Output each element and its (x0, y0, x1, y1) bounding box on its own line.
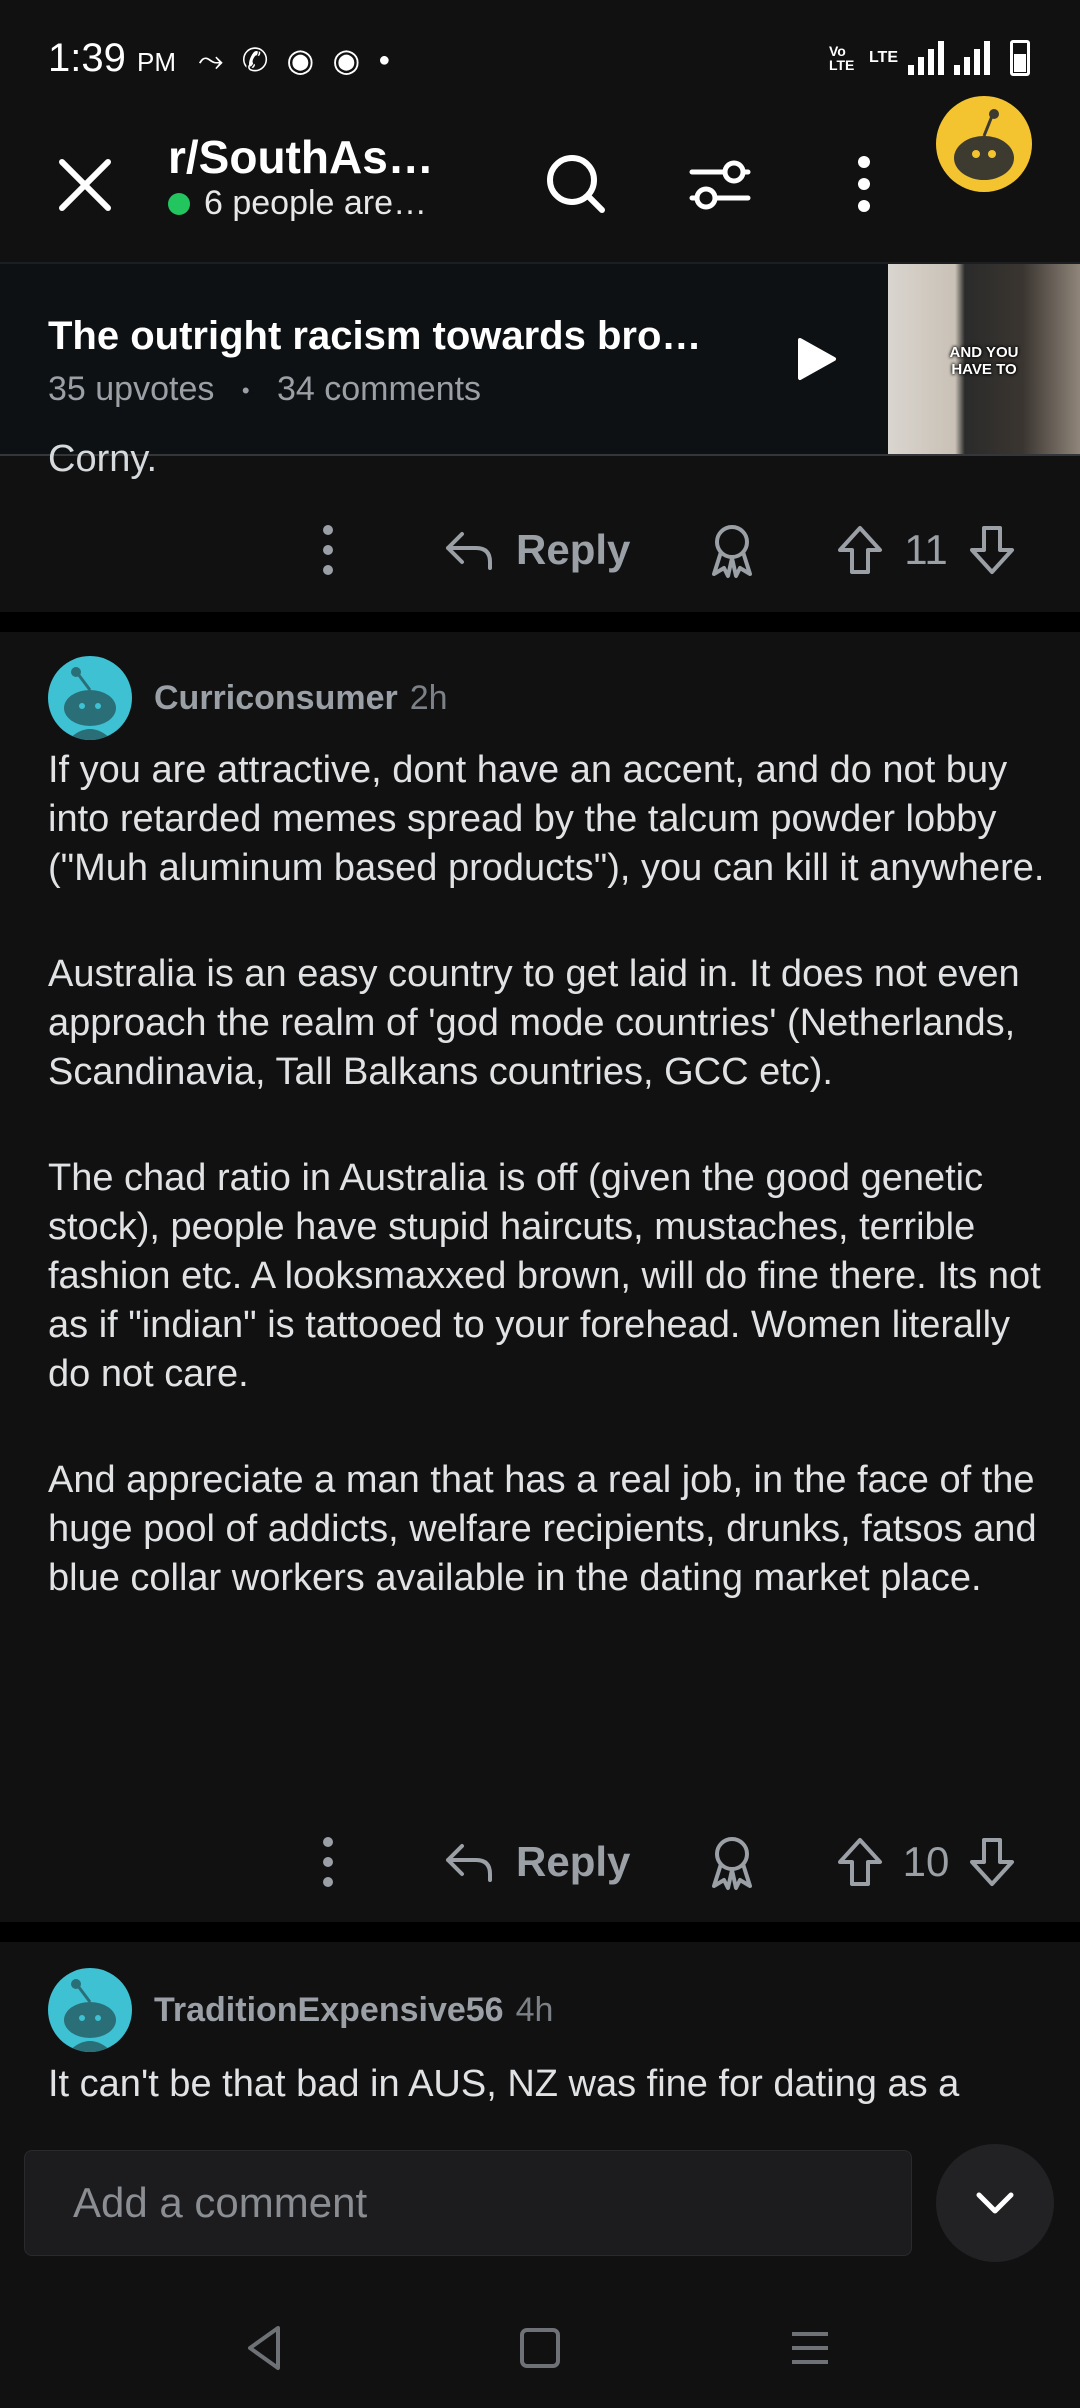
comment-divider (0, 612, 1080, 632)
online-dot-icon (168, 192, 190, 215)
more-notifications-dot-icon: ● (378, 49, 391, 71)
comment-header: TraditionExpensive56 4h (48, 1968, 553, 2052)
post-title[interactable]: The outright racism towards bro… (48, 314, 701, 359)
comment-count: 34 comments (276, 370, 482, 408)
comment-action-row: Reply 11 (0, 510, 1080, 590)
home-icon[interactable] (510, 2318, 570, 2378)
notification-icons: ⤳ ✆ ◉ ◉ ● (198, 40, 390, 80)
avatar[interactable] (48, 656, 132, 740)
meta-separator: • (241, 378, 250, 404)
snoo-avatar-icon (64, 667, 116, 740)
comment-timestamp: 2h (409, 678, 448, 717)
comment-divider (0, 1922, 1080, 1942)
comment-text: Corny. (48, 438, 158, 480)
app-header: r/SouthAs… 6 people are… (0, 120, 1080, 262)
snoo-avatar-icon (954, 109, 1014, 180)
reply-arrow-icon (446, 532, 492, 570)
comment-paragraph: The chad ratio in Australia is off (give… (48, 1157, 1041, 1395)
more-options-icon[interactable] (308, 518, 348, 582)
system-status-icons: Vo LTE LTE (829, 40, 1030, 76)
comment-paragraph: Australia is an easy country to get laid… (48, 953, 1020, 1093)
reply-arrow-icon (446, 1844, 492, 1882)
award-icon[interactable] (706, 1832, 758, 1892)
vote-group: 11 (836, 514, 1016, 586)
upvote-icon[interactable] (836, 524, 884, 576)
status-time: 1:39 PM (48, 36, 176, 80)
comment-username[interactable]: Curriconsumer (154, 679, 398, 718)
chevron-down-icon (976, 2192, 1014, 2214)
more-options-icon[interactable] (828, 148, 900, 220)
online-count-text: 6 people are… (204, 184, 428, 222)
snoo-avatar-icon (64, 1979, 116, 2052)
comment-paragraph: If you are attractive, dont have an acce… (48, 749, 1045, 889)
comment-timestamp: 4h (515, 1990, 554, 2029)
play-icon[interactable] (790, 334, 840, 384)
signal-icon (954, 41, 990, 75)
status-bar: 1:39 PM ⤳ ✆ ◉ ◉ ● Vo LTE LTE (0, 0, 1080, 120)
comment-body: If you are attractive, dont have an acce… (48, 746, 1048, 1603)
upvote-count: 35 upvotes (48, 370, 215, 408)
downvote-icon[interactable] (968, 524, 1016, 576)
avatar[interactable] (48, 1968, 132, 2052)
award-icon[interactable] (706, 520, 758, 580)
reply-button[interactable]: Reply (444, 1826, 630, 1898)
subreddit-title[interactable]: r/SouthAs… (168, 130, 434, 184)
battery-icon (1010, 40, 1030, 76)
app-notification-icon: ◉ (286, 42, 315, 78)
missed-call-icon: ⤳ (198, 42, 224, 78)
upvote-icon[interactable] (836, 1836, 884, 1888)
post-summary-card[interactable]: The outright racism towards bro… 35 upvo… (0, 262, 1080, 456)
comment-header: Curriconsumer 2h (48, 656, 448, 740)
vote-score: 11 (904, 526, 948, 573)
online-status: 6 people are… (168, 184, 427, 223)
comment-composer (0, 2110, 1080, 2290)
system-nav-bar (0, 2290, 1080, 2408)
signal-icon (908, 41, 944, 75)
collapse-button[interactable] (936, 2144, 1054, 2262)
recents-menu-icon[interactable] (780, 2318, 840, 2378)
app-notification-icon: ◉ (332, 42, 361, 78)
lte-label: LTE (868, 49, 898, 66)
search-icon[interactable] (540, 148, 612, 220)
reply-label: Reply (516, 526, 631, 573)
post-meta: 35 upvotes • 34 comments (48, 370, 481, 409)
volte-label: Vo LTE (828, 43, 855, 73)
more-options-icon[interactable] (308, 1830, 348, 1894)
back-icon[interactable] (236, 2318, 296, 2378)
vote-group: 10 (836, 1826, 1016, 1898)
close-icon[interactable] (50, 150, 120, 220)
sort-filter-icon[interactable] (684, 148, 756, 220)
comment-username[interactable]: TraditionExpensive56 (154, 1991, 504, 2030)
thumbnail-caption: AND YOU HAVE TO (949, 344, 1019, 378)
user-avatar[interactable] (936, 96, 1032, 192)
add-comment-input[interactable] (24, 2150, 912, 2256)
downvote-icon[interactable] (968, 1836, 1016, 1888)
reply-label: Reply (516, 1838, 631, 1885)
reply-button[interactable]: Reply (444, 514, 630, 586)
comment-action-row: Reply 10 (0, 1822, 1080, 1902)
comment-paragraph: And appreciate a man that has a real job… (48, 1459, 1037, 1599)
vote-score: 10 (902, 1838, 950, 1885)
post-thumbnail[interactable]: AND YOU HAVE TO (888, 264, 1080, 454)
whatsapp-icon: ✆ (241, 42, 269, 78)
